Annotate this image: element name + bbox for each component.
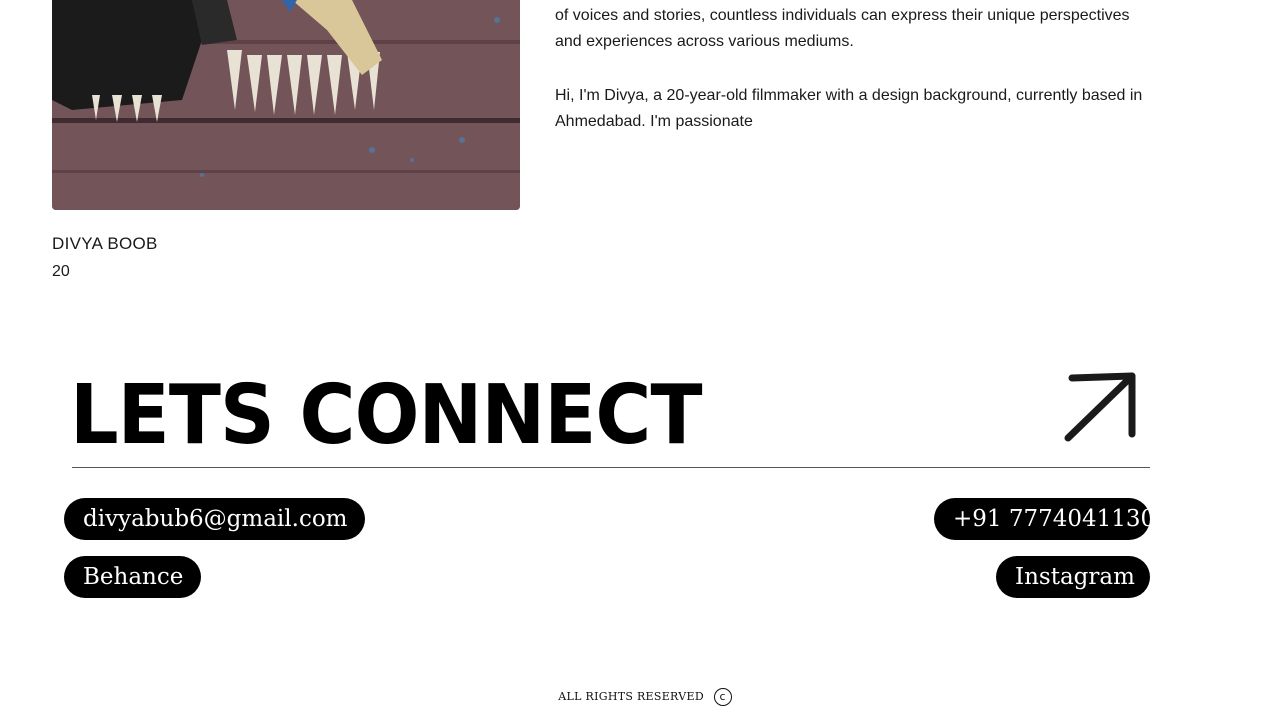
profile-photo	[52, 0, 520, 210]
person-age: 20	[52, 263, 70, 280]
connect-heading: LETS CONNECT	[70, 368, 702, 463]
section-divider	[72, 467, 1150, 468]
footer-text: ALL RIGHTS RESERVED	[558, 690, 704, 703]
behance-link[interactable]: Behance	[64, 556, 201, 598]
phone-link[interactable]: +91 7774041130	[934, 498, 1155, 540]
instagram-link[interactable]: Instagram	[996, 556, 1150, 598]
painting-wall-image	[52, 0, 520, 210]
arrow-up-right-icon[interactable]	[1062, 368, 1142, 448]
about-paragraph-2: Hi, I'm Divya, a 20-year-old filmmaker w…	[555, 87, 1143, 130]
about-paragraph-1: of voices and stories, countless individ…	[555, 7, 1130, 50]
email-link[interactable]: divyabub6@gmail.com	[64, 498, 365, 540]
footer: ALL RIGHTS RESERVED c	[0, 688, 1280, 706]
copyright-icon: c	[713, 688, 732, 706]
person-name: DIVYA BOOB	[52, 234, 158, 253]
